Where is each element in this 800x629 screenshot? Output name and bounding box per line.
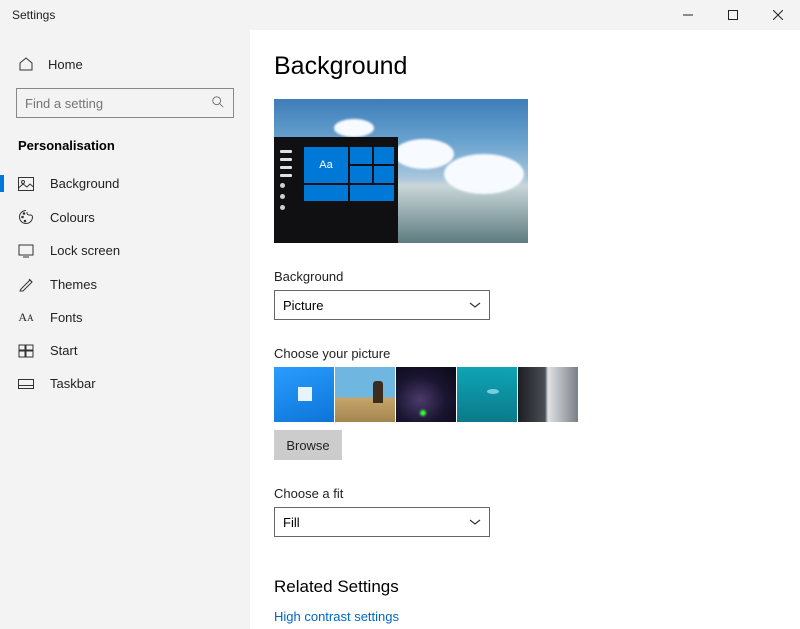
background-type-label: Background (274, 269, 776, 284)
sidebar-item-label: Background (50, 176, 119, 191)
sidebar-item-label: Lock screen (50, 243, 120, 258)
titlebar: Settings (0, 0, 800, 30)
browse-button[interactable]: Browse (274, 430, 342, 460)
close-button[interactable] (755, 0, 800, 30)
start-icon (18, 344, 34, 358)
preview-start-rail (280, 145, 298, 237)
related-settings-title: Related Settings (274, 577, 776, 597)
sidebar-section-title: Personalisation (0, 132, 250, 167)
sidebar-item-label: Colours (50, 210, 95, 225)
sidebar-item-label: Themes (50, 277, 97, 292)
picture-thumbnail[interactable] (335, 367, 395, 422)
search-input[interactable] (16, 88, 234, 118)
desktop-preview: Aa (274, 99, 528, 243)
home-icon (18, 56, 34, 72)
picture-thumbnail[interactable] (457, 367, 517, 422)
sidebar-item-lock-screen[interactable]: Lock screen (0, 234, 250, 267)
picture-thumbnail[interactable] (396, 367, 456, 422)
picture-icon (18, 177, 34, 191)
content-container: Home Personalisation Background (0, 30, 800, 629)
fonts-icon: AA (18, 310, 34, 325)
background-type-value: Picture (283, 298, 323, 313)
search-wrapper (0, 88, 250, 118)
window-controls (665, 0, 800, 30)
main-panel: Background Aa Background Picture (250, 30, 800, 629)
themes-icon (18, 276, 34, 292)
minimize-button[interactable] (665, 0, 710, 30)
sidebar-item-taskbar[interactable]: Taskbar (0, 367, 250, 400)
lock-screen-icon (18, 244, 34, 258)
preview-tile-sample: Aa (304, 147, 348, 183)
sidebar-item-background[interactable]: Background (0, 167, 250, 200)
choose-fit-label: Choose a fit (274, 486, 776, 501)
home-nav[interactable]: Home (0, 46, 250, 82)
sidebar-item-fonts[interactable]: AA Fonts (0, 301, 250, 334)
sidebar: Home Personalisation Background (0, 30, 250, 629)
sidebar-item-themes[interactable]: Themes (0, 267, 250, 301)
home-label: Home (48, 57, 83, 72)
picture-thumbnail[interactable] (518, 367, 578, 422)
window-title: Settings (12, 8, 55, 22)
sidebar-item-colours[interactable]: Colours (0, 200, 250, 234)
picture-thumbnails (274, 367, 776, 422)
fit-value: Fill (283, 515, 300, 530)
chevron-down-icon (469, 518, 481, 526)
maximize-button[interactable] (710, 0, 755, 30)
sidebar-item-start[interactable]: Start (0, 334, 250, 367)
sidebar-item-label: Fonts (50, 310, 83, 325)
search-icon (211, 95, 225, 112)
chevron-down-icon (469, 301, 481, 309)
search-field[interactable] (25, 96, 211, 111)
page-title: Background (274, 52, 776, 81)
choose-picture-label: Choose your picture (274, 346, 776, 361)
high-contrast-link[interactable]: High contrast settings (274, 609, 776, 624)
fit-dropdown[interactable]: Fill (274, 507, 490, 537)
palette-icon (18, 209, 34, 225)
background-type-dropdown[interactable]: Picture (274, 290, 490, 320)
taskbar-icon (18, 379, 34, 389)
sidebar-item-label: Start (50, 343, 77, 358)
picture-thumbnail[interactable] (274, 367, 334, 422)
sidebar-item-label: Taskbar (50, 376, 96, 391)
